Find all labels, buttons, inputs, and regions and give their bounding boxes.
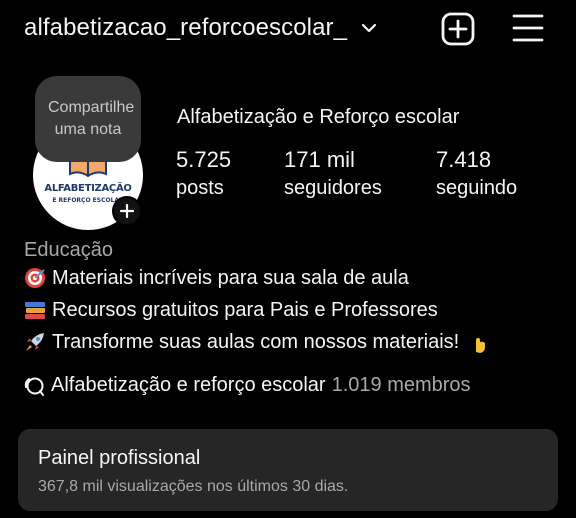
dashboard-subtitle: 367,8 mil visualizações nos últimos 30 d… <box>38 478 349 495</box>
note-bubble-text: Compartilhe uma nota <box>48 99 135 138</box>
username: alfabetizacao_reforcoescolar_ <box>24 14 348 41</box>
stat-value: 7.418 <box>436 147 492 172</box>
stat-followers[interactable]: 171 mil seguidores <box>284 146 382 202</box>
professional-dashboard-button[interactable]: Painel profissional 367,8 mil visualizaç… <box>18 429 558 511</box>
share-note-bubble[interactable]: Compartilhe uma nota <box>35 76 141 162</box>
community-name: Alfabetização e reforço escolar <box>51 374 326 396</box>
bio-line: Recursos gratuitos para Pais e Professor… <box>22 298 438 322</box>
profile-name: Alfabetização e Reforço escolar <box>177 106 460 128</box>
top-bar: alfabetizacao_reforcoescolar_ <box>0 0 576 60</box>
community-chat-icon <box>23 375 45 397</box>
stat-value: 5.725 <box>176 147 232 172</box>
community-members: 1.019 membros <box>331 374 471 396</box>
stat-label: seguidores <box>284 177 382 199</box>
stat-posts[interactable]: 5.725 posts <box>176 146 231 202</box>
avatar-logo-line1: ALFABETIZAÇÃO <box>44 183 132 194</box>
account-switcher[interactable]: alfabetizacao_reforcoescolar_ <box>24 14 377 42</box>
stat-following[interactable]: 7.418 seguindo <box>436 146 517 202</box>
stat-value: 171 mil <box>284 147 355 172</box>
rocket-emoji-icon <box>22 330 48 354</box>
bio-text: Recursos gratuitos para Pais e Professor… <box>52 298 438 321</box>
bio-text: Materiais incríveis para sua sala de aul… <box>52 266 409 289</box>
bio-line: Materiais incríveis para sua sala de aul… <box>22 266 409 290</box>
stat-label: posts <box>176 177 224 199</box>
target-emoji-icon <box>22 266 48 290</box>
profile-category: Educação <box>24 239 113 261</box>
community-link[interactable]: Alfabetização e reforço escolar 1.019 me… <box>23 374 471 397</box>
bio-text: Transforme suas aulas com nossos materia… <box>52 330 460 353</box>
chevron-down-icon <box>361 22 377 34</box>
stat-label: seguindo <box>436 177 518 199</box>
books-emoji-icon <box>22 298 48 322</box>
add-story-icon[interactable] <box>112 196 142 226</box>
dashboard-title: Painel profissional <box>38 447 201 469</box>
pointing-down-emoji-icon <box>465 330 491 354</box>
hamburger-menu-icon[interactable] <box>512 13 544 43</box>
bio-line: Transforme suas aulas com nossos materia… <box>22 330 495 354</box>
plus-square-icon[interactable] <box>441 12 475 46</box>
